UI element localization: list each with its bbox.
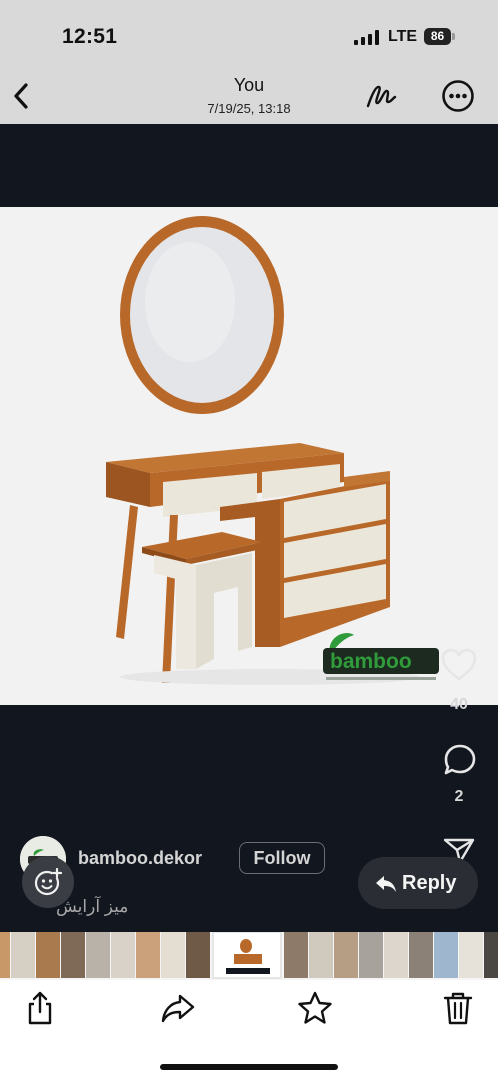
signal-icon [354, 30, 379, 45]
heart-icon[interactable] [440, 647, 478, 683]
bottom-toolbar [0, 980, 498, 1080]
header-date: 7/19/25, 13:18 [207, 101, 291, 116]
thumbnail[interactable] [434, 932, 458, 978]
reply-label: Reply [402, 872, 457, 894]
trash-icon[interactable] [440, 990, 476, 1026]
status-time: 12:51 [62, 25, 118, 48]
brand-logo-text: bamboo [330, 650, 412, 673]
thumbnail[interactable] [409, 932, 433, 978]
vanity-dresser-photo[interactable]: bamboo [0, 207, 498, 705]
network-type: LTE [388, 28, 418, 45]
thumbnail[interactable] [136, 932, 160, 978]
home-indicator [160, 1064, 338, 1070]
comment-icon[interactable] [442, 742, 478, 778]
like-count: 40 [450, 696, 468, 713]
thumbnail[interactable] [384, 932, 408, 978]
reply-button[interactable]: Reply [358, 857, 478, 909]
thumbnail-strip[interactable] [0, 931, 498, 980]
status-bar: 12:51 LTE 86 [0, 0, 498, 68]
thumbnail[interactable] [309, 932, 333, 978]
thumbnail[interactable] [111, 932, 135, 978]
follow-button[interactable]: Follow [239, 842, 325, 874]
battery-icon: 86 [424, 28, 456, 45]
back-chevron-icon[interactable] [8, 78, 36, 114]
thumbnail[interactable] [36, 932, 60, 978]
reply-arrow-icon [376, 876, 396, 892]
thumbnail[interactable] [484, 932, 498, 978]
thumbnail[interactable] [186, 932, 210, 978]
thumbnail[interactable] [11, 932, 35, 978]
author-username[interactable]: bamboo.dekor [78, 848, 202, 869]
comment-count: 2 [454, 788, 464, 805]
thumbnail[interactable] [0, 932, 10, 978]
sticker-button[interactable] [22, 856, 74, 908]
battery-level: 86 [424, 28, 451, 45]
thumbnail[interactable] [161, 932, 185, 978]
header-title: You [233, 75, 265, 95]
thumbnail[interactable] [359, 932, 383, 978]
star-icon[interactable] [297, 990, 333, 1026]
post-caption: میز آرایش [56, 897, 129, 916]
thumbnail[interactable] [284, 932, 308, 978]
share-icon[interactable] [22, 990, 58, 1026]
thumbnail[interactable] [86, 932, 110, 978]
thumbnail[interactable] [61, 932, 85, 978]
forward-icon[interactable] [160, 990, 196, 1026]
add-sticker-icon [34, 868, 62, 896]
battery-nub [452, 33, 455, 40]
more-options-icon[interactable] [441, 79, 475, 113]
markup-icon[interactable] [364, 80, 398, 112]
thumbnail[interactable] [334, 932, 358, 978]
thumbnail[interactable] [459, 932, 483, 978]
header: You 7/19/25, 13:18 [0, 68, 498, 124]
